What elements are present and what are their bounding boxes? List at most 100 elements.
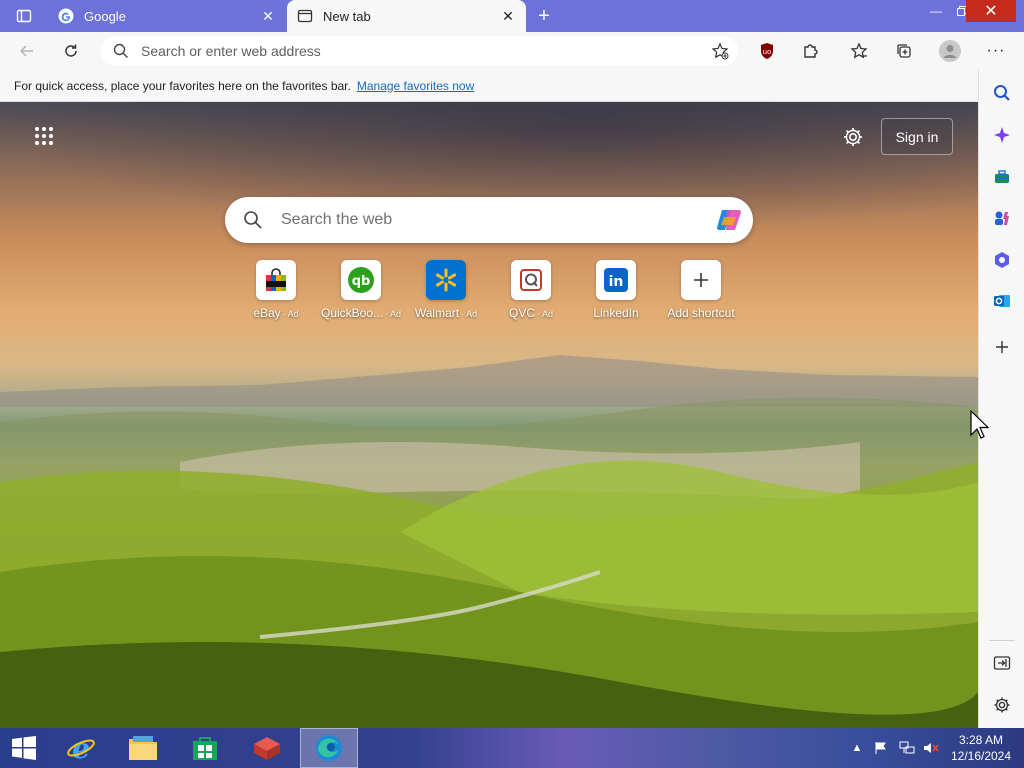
window-close-button[interactable]: ✕ — [966, 0, 1016, 22]
svg-text:qb: qb — [352, 274, 371, 289]
taskbar-file-explorer[interactable] — [114, 728, 172, 768]
mouse-cursor-icon — [970, 410, 990, 439]
toolbox-icon — [995, 170, 1009, 183]
tab-close-icon[interactable]: ✕ — [500, 8, 516, 24]
svg-text:in: in — [609, 274, 624, 290]
settings-more-button[interactable]: ··· — [981, 36, 1011, 66]
tab-title: Google — [84, 8, 126, 24]
sidebar-hide-button[interactable] — [987, 648, 1017, 678]
shortcut-linkedin[interactable]: in LinkedIn — [576, 260, 656, 320]
new-tab-page: Sign in eBay· Ad qb QuickBoo...· Ad Walm… — [0, 102, 978, 728]
shortcut-label: Add shortcut — [667, 306, 735, 320]
address-bar[interactable] — [101, 36, 738, 66]
add-shortcut-button[interactable]: Add shortcut — [661, 260, 741, 320]
google-g-icon — [58, 8, 74, 24]
taskbar-edge[interactable] — [300, 728, 358, 768]
edge-browser-icon — [316, 735, 342, 761]
extensions-button[interactable] — [796, 36, 826, 66]
plus-icon: + — [538, 4, 550, 27]
search-icon — [994, 85, 1010, 101]
plus-icon — [681, 260, 721, 300]
favorites-button[interactable] — [844, 36, 874, 66]
outlook-icon — [994, 295, 1010, 307]
walmart-spark-icon — [426, 260, 466, 300]
minimize-button[interactable]: — — [922, 0, 950, 22]
ad-badge: · Ad — [461, 309, 478, 319]
close-icon: ✕ — [984, 3, 998, 20]
shortcut-walmart[interactable]: Walmart · Ad — [406, 260, 486, 320]
windows-taskbar: e ▲ 3:28 AM 12/16/2024 — [0, 728, 1024, 768]
sidebar-add-button[interactable] — [987, 332, 1017, 362]
speaker-muted-icon — [924, 743, 939, 753]
shortcut-quickbooks[interactable]: qb QuickBoo... · Ad — [321, 260, 401, 320]
minimize-icon: — — [930, 4, 942, 18]
tab-actions-button[interactable] — [8, 4, 40, 28]
ad-badge: · Ad — [537, 309, 554, 319]
address-input[interactable] — [141, 43, 702, 59]
hide-sidebar-icon — [993, 656, 1011, 670]
apps-launcher-button[interactable] — [30, 122, 58, 150]
back-button[interactable] — [12, 36, 42, 66]
linkedin-icon: in — [596, 260, 636, 300]
sidebar-games-button[interactable] — [987, 203, 1017, 233]
taskbar-store[interactable] — [176, 728, 234, 768]
more-dots-icon: ··· — [986, 42, 1006, 59]
office-icon — [995, 252, 1009, 268]
sidebar-settings-button[interactable] — [987, 690, 1017, 720]
gear-icon — [994, 697, 1010, 713]
sidebar-outlook-button[interactable] — [987, 286, 1017, 316]
refresh-icon — [65, 44, 77, 57]
sidebar-search-button[interactable] — [987, 78, 1017, 108]
refresh-button[interactable] — [56, 36, 86, 66]
plus-icon — [996, 341, 1008, 353]
copilot-icon[interactable] — [705, 205, 753, 235]
newtab-page-icon — [297, 8, 313, 24]
collections-button[interactable] — [889, 36, 919, 66]
shortcut-label: eBay — [253, 306, 281, 320]
windows-logo-icon — [12, 736, 36, 760]
tab-strip: Google ✕ New tab ✕ + — ✕ — [0, 0, 1024, 32]
taskbar-internet-explorer[interactable]: e — [52, 728, 110, 768]
web-search-box[interactable] — [225, 197, 753, 243]
sign-in-button[interactable]: Sign in — [881, 118, 953, 155]
show-hidden-icons-button[interactable]: ▲ — [850, 728, 864, 768]
search-icon — [101, 43, 141, 59]
shortcut-label: Walmart — [414, 306, 460, 320]
tab-google[interactable]: Google ✕ — [48, 0, 286, 32]
ad-badge: · Ad — [385, 309, 402, 319]
start-button[interactable] — [0, 728, 48, 768]
taskbar-app-red[interactable] — [238, 728, 296, 768]
ad-badge: · Ad — [282, 309, 299, 319]
sidebar-tools-button[interactable] — [987, 162, 1017, 192]
puzzle-icon — [804, 44, 818, 58]
ebay-bag-icon — [256, 260, 296, 300]
tab-new-tab[interactable]: New tab ✕ — [287, 0, 526, 32]
tab-close-icon[interactable]: ✕ — [260, 8, 276, 24]
add-favorite-icon[interactable] — [702, 42, 738, 60]
svg-text:e: e — [72, 733, 90, 763]
page-settings-button[interactable] — [838, 122, 868, 152]
sparkle-icon — [994, 127, 1010, 143]
ublock-extension-button[interactable]: uo — [752, 36, 782, 66]
profile-button[interactable] — [935, 36, 965, 66]
games-chess-icon — [995, 211, 1009, 225]
back-arrow-icon — [19, 45, 33, 57]
action-center-flag[interactable] — [870, 728, 892, 768]
store-bag-icon — [193, 737, 217, 760]
volume-tray[interactable] — [920, 728, 942, 768]
network-tray[interactable] — [896, 728, 918, 768]
sidebar-m365-button[interactable] — [987, 245, 1017, 275]
quickbooks-icon: qb — [341, 260, 381, 300]
sidebar-copilot-button[interactable] — [987, 120, 1017, 150]
red-box-app-icon — [254, 737, 280, 760]
manage-favorites-link[interactable]: Manage favorites now — [357, 79, 474, 93]
taskbar-clock[interactable]: 3:28 AM 12/16/2024 — [946, 732, 1016, 764]
shortcut-ebay[interactable]: eBay · Ad — [236, 260, 316, 320]
shortcut-label: QVC — [508, 306, 535, 320]
web-search-input[interactable] — [281, 211, 705, 229]
clock-time: 3:28 AM — [958, 733, 1004, 747]
tab-title: New tab — [323, 8, 371, 24]
internet-explorer-icon: e — [67, 733, 95, 763]
new-tab-button[interactable]: + — [532, 4, 556, 28]
shortcut-qvc[interactable]: QVC · Ad — [491, 260, 571, 320]
